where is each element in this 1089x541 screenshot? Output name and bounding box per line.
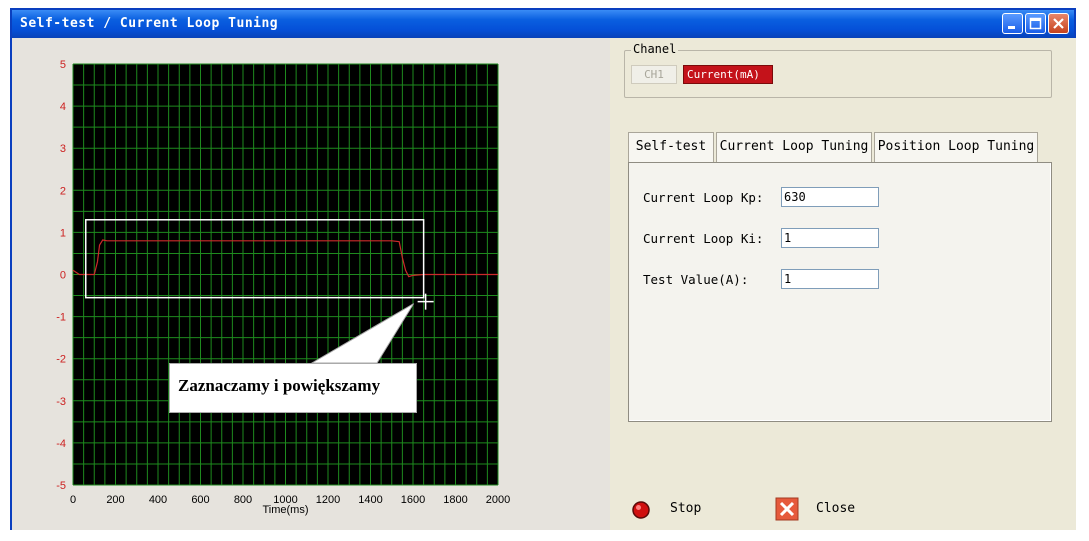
test-value-input[interactable] xyxy=(781,269,879,289)
current-channel-label: Current(mA) xyxy=(683,65,773,84)
tab-panel: Current Loop Kp: Current Loop Ki: Test V… xyxy=(628,162,1052,422)
tab-current-loop-tuning[interactable]: Current Loop Tuning xyxy=(716,132,872,162)
close-window-button[interactable] xyxy=(1048,13,1069,34)
y-tick-label: 0 xyxy=(60,270,66,282)
callout: Zaznaczamy i powiększamy xyxy=(169,363,417,413)
ch1-button[interactable]: CH1 xyxy=(631,65,677,84)
y-tick-label: -5 xyxy=(56,480,66,492)
callout-text: Zaznaczamy i powiększamy xyxy=(178,376,381,395)
x-tick-label: 1400 xyxy=(358,494,382,506)
ki-label: Current Loop Ki: xyxy=(643,231,764,246)
close-icon xyxy=(1053,18,1064,29)
maximize-icon xyxy=(1029,17,1042,30)
maximize-button[interactable] xyxy=(1025,13,1046,34)
tab-position-loop-tuning[interactable]: Position Loop Tuning xyxy=(874,132,1038,162)
action-row: Stop Close xyxy=(610,496,1076,526)
y-tick-label: 5 xyxy=(60,59,66,71)
y-tick-label: -3 xyxy=(56,396,66,408)
kp-label: Current Loop Kp: xyxy=(643,190,764,205)
x-tick-label: 200 xyxy=(106,494,124,506)
red-circle-icon[interactable] xyxy=(630,499,652,521)
window-title: Self-test / Current Loop Tuning xyxy=(20,16,279,31)
y-tick-label: -4 xyxy=(56,438,66,450)
test-value-label: Test Value(A): xyxy=(643,272,749,287)
x-axis-label: Time(ms) xyxy=(262,504,308,516)
x-tick-label: 600 xyxy=(191,494,209,506)
y-tick-label: 1 xyxy=(60,227,66,239)
x-icon[interactable] xyxy=(774,496,800,522)
stop-button[interactable]: Stop xyxy=(670,501,701,516)
chanel-legend: Chanel xyxy=(631,42,679,56)
x-tick-label: 1800 xyxy=(443,494,467,506)
minimize-icon xyxy=(1008,26,1015,29)
y-tick-label: 4 xyxy=(60,101,66,113)
chanel-groupbox: Chanel CH1 Current(mA) xyxy=(624,42,1052,98)
minimize-button[interactable] xyxy=(1002,13,1023,34)
tab-self-test[interactable]: Self-test xyxy=(628,132,714,162)
x-tick-label: 1200 xyxy=(316,494,340,506)
x-tick-label: 800 xyxy=(234,494,252,506)
close-button[interactable]: Close xyxy=(816,501,855,516)
x-tick-label: 0 xyxy=(70,494,76,506)
kp-input[interactable] xyxy=(781,187,879,207)
y-tick-label: 2 xyxy=(60,185,66,197)
x-tick-label: 2000 xyxy=(486,494,510,506)
y-tick-label: 3 xyxy=(60,143,66,155)
x-tick-label: 400 xyxy=(149,494,167,506)
y-tick-label: -2 xyxy=(56,354,66,366)
ki-input[interactable] xyxy=(781,228,879,248)
y-tick-label: -1 xyxy=(56,312,66,324)
x-tick-label: 1600 xyxy=(401,494,425,506)
main-window: Self-test / Current Loop Tuning 5 4 3 2 1 0 -1… xyxy=(10,8,1076,530)
current-plot[interactable]: 543210-1-2-3-4-50 200 400 600 800 1000 1200 140… xyxy=(12,38,610,530)
plot-area[interactable]: 5 4 3 2 1 0 -1 -2 -3 -4 -5 0 200 400 600 800 1000 1200 140… xyxy=(12,38,610,530)
control-panel: Chanel CH1 Current(mA) Self-test Current… xyxy=(610,38,1076,530)
title-bar[interactable]: Self-test / Current Loop Tuning xyxy=(12,10,1074,38)
